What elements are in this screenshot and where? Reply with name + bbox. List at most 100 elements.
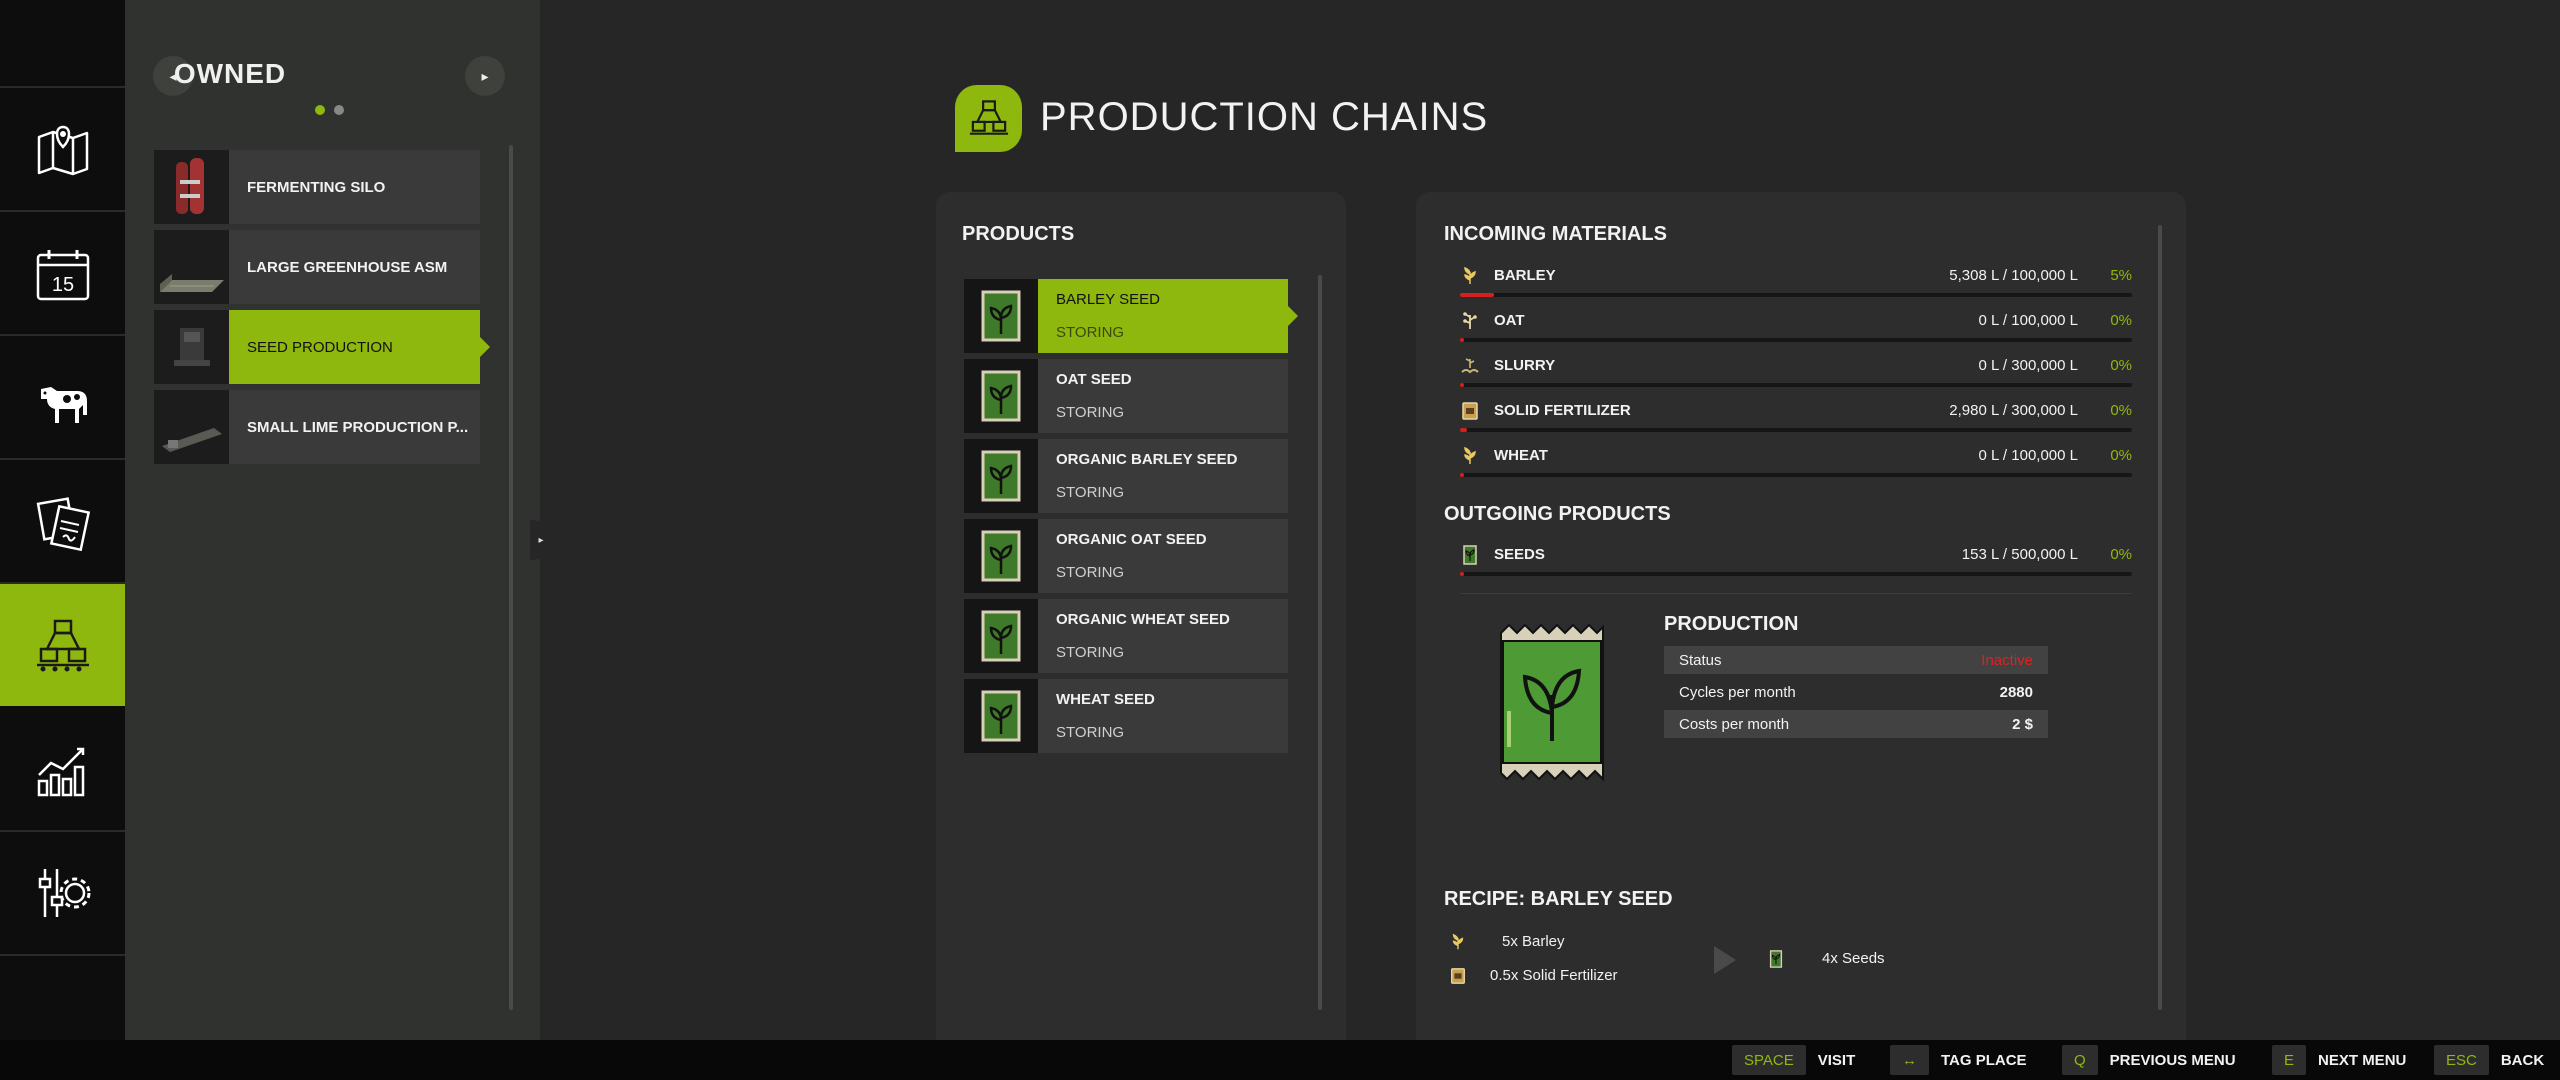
- material-percent: 5%: [2110, 267, 2132, 284]
- section-divider: [1460, 593, 2132, 594]
- owned-item-label: FERMENTING SILO: [247, 178, 386, 196]
- lime-production-thumbnail: [154, 390, 229, 464]
- material-fill: [1460, 293, 1494, 297]
- rail-item-calendar[interactable]: 15: [0, 214, 125, 336]
- product-item-oat-seed[interactable]: OAT SEED STORING: [964, 359, 1288, 433]
- rail-item-animals[interactable]: [0, 338, 125, 460]
- material-amount: 0 L / 300,000 L: [1978, 357, 2078, 374]
- incoming-row-slurry: SLURRY 0 L / 300,000 L 0%: [1460, 354, 2132, 392]
- selected-indicator-arrow: [1288, 306, 1298, 326]
- production-cycles-value: 2880: [1999, 683, 2033, 701]
- seed-bag-icon: [964, 439, 1038, 513]
- product-item-wheat-seed[interactable]: WHEAT SEED STORING: [964, 679, 1288, 753]
- incoming-materials-title: INCOMING MATERIALS: [1444, 223, 1667, 245]
- material-amount: 0 L / 100,000 L: [1978, 447, 2078, 464]
- hint-label: VISIT: [1817, 1051, 1856, 1069]
- owned-item-label: SMALL LIME PRODUCTION P...: [247, 418, 469, 436]
- product-item-barley-seed[interactable]: BARLEY SEED STORING: [964, 279, 1298, 353]
- product-status: STORING: [1056, 404, 1125, 421]
- owned-next-button[interactable]: ▸: [465, 56, 505, 96]
- material-fill-bar: [1460, 473, 2132, 477]
- product-status: STORING: [1056, 564, 1125, 581]
- key-e: E: [2272, 1045, 2307, 1075]
- product-name: WHEAT SEED: [1056, 691, 1155, 708]
- fermenting-silo-thumbnail: [154, 150, 229, 224]
- hint-visit[interactable]: SPACE VISIT: [1732, 1045, 1855, 1075]
- outgoing-products-title: OUTGOING PRODUCTS: [1444, 503, 1671, 525]
- product-name: ORGANIC WHEAT SEED: [1056, 611, 1230, 628]
- material-percent: 0%: [2110, 546, 2132, 563]
- material-fill: [1460, 383, 1465, 387]
- hint-next-menu[interactable]: E NEXT MENU: [2272, 1045, 2406, 1075]
- owned-item-seed-production[interactable]: SEED PRODUCTION: [154, 310, 490, 384]
- fertilizer-icon: [1451, 968, 1465, 984]
- product-item-organic-oat-seed[interactable]: ORGANIC OAT SEED STORING: [964, 519, 1288, 593]
- hint-tag-place[interactable]: ↔ TAG PLACE: [1890, 1045, 2027, 1075]
- main-menu-rail: 15: [0, 0, 135, 1040]
- hint-previous-menu[interactable]: Q PREVIOUS MENU: [2062, 1045, 2236, 1075]
- owned-scrollbar[interactable]: [509, 145, 513, 1010]
- seed-bag-large-icon: [1497, 623, 1607, 783]
- material-amount: 2,980 L / 300,000 L: [1949, 402, 2078, 419]
- products-scrollbar[interactable]: [1318, 275, 1322, 1010]
- material-name: SOLID FERTILIZER: [1494, 402, 1631, 419]
- material-name: SEEDS: [1494, 546, 1545, 563]
- product-name: ORGANIC OAT SEED: [1056, 531, 1207, 548]
- product-name: ORGANIC BARLEY SEED: [1056, 451, 1238, 468]
- products-title: PRODUCTS: [962, 223, 1075, 245]
- hint-label: NEXT MENU: [2318, 1051, 2407, 1069]
- barley-icon: [1464, 266, 1476, 284]
- hint-label: TAG PLACE: [1941, 1051, 2027, 1069]
- product-item-organic-barley-seed[interactable]: ORGANIC BARLEY SEED STORING: [964, 439, 1288, 513]
- product-name: OAT SEED: [1056, 371, 1132, 388]
- recipe-title: RECIPE: BARLEY SEED: [1444, 888, 1673, 910]
- hint-back[interactable]: ESC BACK: [2434, 1045, 2544, 1075]
- product-item-organic-wheat-seed[interactable]: ORGANIC WHEAT SEED STORING: [964, 599, 1288, 673]
- material-name: BARLEY: [1494, 267, 1556, 284]
- owned-item-fermenting-silo[interactable]: FERMENTING SILO: [154, 150, 480, 224]
- material-fill: [1460, 428, 1467, 432]
- material-percent: 0%: [2110, 447, 2132, 464]
- wheat-icon: [1464, 446, 1476, 464]
- seed-bag-icon: [964, 279, 1038, 353]
- material-name: OAT: [1494, 312, 1525, 329]
- details-scrollbar[interactable]: [2158, 225, 2162, 1010]
- production-costs-row: Costs per month 2 $: [1664, 710, 2048, 738]
- rail-item-statistics[interactable]: [0, 710, 125, 832]
- product-status: STORING: [1056, 484, 1125, 501]
- oat-icon: [1463, 312, 1477, 329]
- slurry-icon: [1461, 358, 1479, 374]
- seeds-icon: [1769, 950, 1783, 968]
- product-status: STORING: [1056, 324, 1125, 341]
- material-amount: 5,308 L / 100,000 L: [1949, 267, 2078, 284]
- rail-item-map[interactable]: [0, 90, 125, 212]
- production-chains-icon: [955, 85, 1022, 152]
- production-status-row: Status Inactive: [1664, 646, 2048, 674]
- rail-item-production[interactable]: [0, 584, 135, 706]
- owned-item-large-greenhouse[interactable]: LARGE GREENHOUSE ASM: [154, 230, 480, 304]
- hint-label: PREVIOUS MENU: [2109, 1051, 2236, 1069]
- rail-item-settings[interactable]: [0, 832, 125, 954]
- collapse-panel-handle[interactable]: ▸: [530, 520, 552, 560]
- incoming-row-solid-fertilizer: SOLID FERTILIZER 2,980 L / 300,000 L 0%: [1460, 399, 2132, 437]
- seed-bag-icon: [964, 599, 1038, 673]
- outgoing-row-seeds: SEEDS 153 L / 500,000 L 0%: [1460, 543, 2132, 581]
- product-status: STORING: [1056, 644, 1125, 661]
- rail-item-contracts[interactable]: [0, 462, 125, 584]
- material-percent: 0%: [2110, 357, 2132, 374]
- barley-icon: [1452, 933, 1464, 950]
- owned-item-label: LARGE GREENHOUSE ASM: [247, 258, 448, 276]
- rail-divider: [0, 86, 125, 88]
- owned-item-small-lime-production[interactable]: SMALL LIME PRODUCTION P...: [154, 390, 480, 464]
- seed-bag-icon: [964, 359, 1038, 433]
- cow-icon: [40, 387, 87, 423]
- material-amount: 153 L / 500,000 L: [1961, 546, 2078, 563]
- product-name: BARLEY SEED: [1056, 291, 1160, 308]
- material-fill: [1460, 473, 1465, 477]
- owned-item-label: SEED PRODUCTION: [247, 338, 393, 356]
- seed-production-thumbnail: [154, 310, 229, 384]
- production-row-label: Cycles per month: [1679, 683, 1796, 701]
- production-icon: [36, 619, 89, 672]
- page-dot[interactable]: [334, 105, 344, 115]
- page-dot-active[interactable]: [315, 105, 325, 115]
